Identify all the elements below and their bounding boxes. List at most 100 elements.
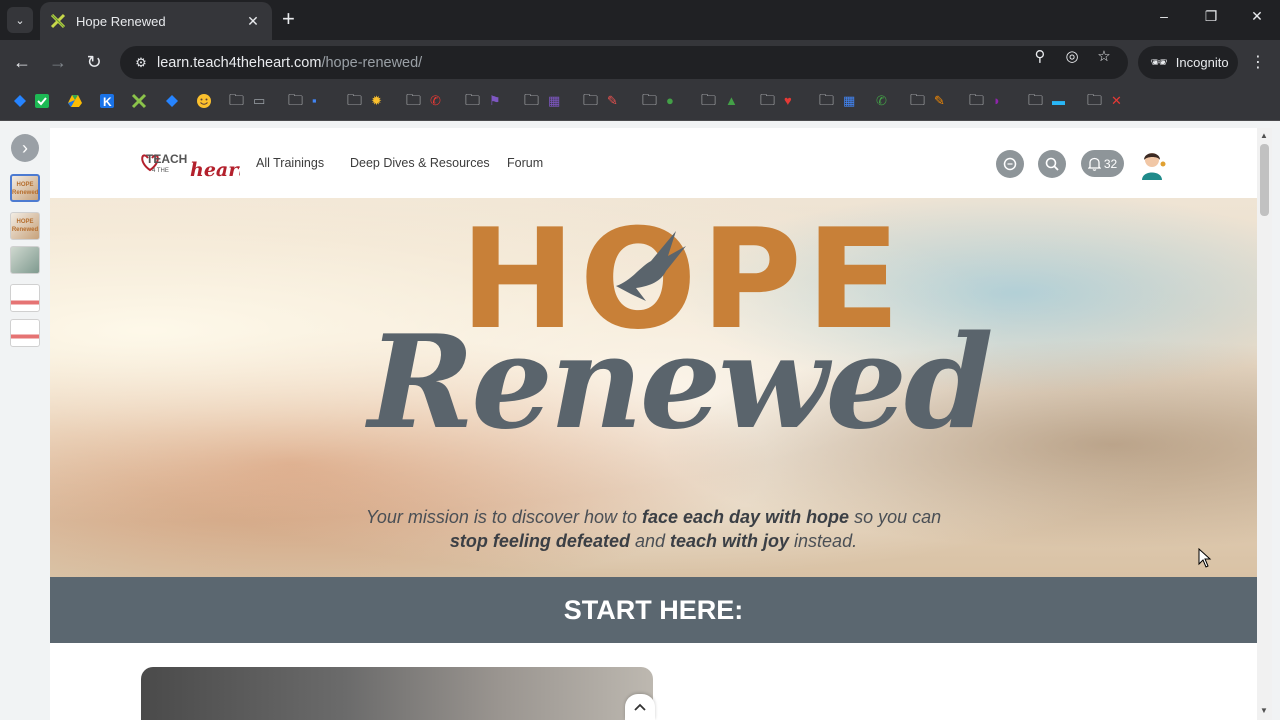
logo-text-heart: heart xyxy=(190,159,240,181)
browser-viewport: › HOPE Renewed HOPE Renewed TEACH 4 THE … xyxy=(0,121,1280,720)
calendar-icon[interactable]: ▦ xyxy=(843,93,855,109)
scroll-down-arrow-icon[interactable]: ▼ xyxy=(1260,706,1268,715)
nav-deep-dives[interactable]: Deep Dives & Resources xyxy=(350,156,490,170)
phone-icon[interactable]: ✆ xyxy=(430,93,441,109)
check-icon[interactable] xyxy=(34,93,50,109)
bell-icon xyxy=(1087,157,1101,171)
scroll-up-arrow-icon[interactable]: ▲ xyxy=(1260,131,1268,140)
mission-emphasis: face each day with hope xyxy=(642,507,850,527)
address-bar[interactable]: ⚙ learn.teach4theheart.com/hope-renewed/ xyxy=(120,46,1128,79)
folder-icon[interactable]: 🗀 xyxy=(229,93,244,109)
browser-tab[interactable]: Hope Renewed ✕ xyxy=(40,2,272,40)
browser-toolbar: ← → ↻ ⚙ learn.teach4theheart.com/hope-re… xyxy=(0,40,1280,84)
eye-off-icon[interactable]: ◎ xyxy=(1062,47,1082,65)
tab-title: Hope Renewed xyxy=(76,13,166,29)
nav-all-trainings[interactable]: All Trainings xyxy=(256,156,324,170)
mountain-icon[interactable]: ▲ xyxy=(725,93,738,109)
smile-icon[interactable] xyxy=(196,93,212,109)
leaf-icon[interactable]: ● xyxy=(666,93,674,109)
thumbnail-2[interactable]: HOPE Renewed xyxy=(10,212,40,240)
folder-icon[interactable]: 🗀 xyxy=(760,93,775,109)
mouse-cursor-icon xyxy=(1198,548,1212,568)
back-arrow-icon[interactable]: ← xyxy=(10,51,34,73)
eagle-icon xyxy=(616,231,686,301)
video-thumbnail[interactable] xyxy=(141,667,653,720)
thumbnail-1[interactable]: HOPE Renewed xyxy=(10,174,40,202)
folder-icon[interactable]: 🗀 xyxy=(406,93,421,109)
mission-statement: Your mission is to discover how to face … xyxy=(250,505,1057,553)
logo-text-4the: 4 THE xyxy=(152,168,169,174)
thumbnail-3[interactable] xyxy=(10,246,40,274)
close-x-icon[interactable]: ✕ xyxy=(1111,93,1122,109)
k-app-icon[interactable]: K xyxy=(99,93,115,109)
hook-icon[interactable]: ◗ xyxy=(993,93,1001,109)
folder-icon[interactable]: 🗀 xyxy=(701,93,716,109)
new-tab-button[interactable]: + xyxy=(282,8,295,30)
laptop-icon[interactable]: ▬ xyxy=(1052,93,1065,109)
drive-icon[interactable] xyxy=(67,93,83,109)
folder-icon[interactable]: 🗀 xyxy=(347,93,362,109)
thumbnail-4[interactable] xyxy=(10,284,40,312)
chevron-up-icon xyxy=(634,703,646,711)
thumbnail-label: HOPE Renewed xyxy=(12,182,39,196)
forward-arrow-icon[interactable]: → xyxy=(46,51,70,73)
folder-icon[interactable]: 🗀 xyxy=(288,93,303,109)
messages-icon[interactable] xyxy=(996,150,1024,178)
folder-icon[interactable]: 🗀 xyxy=(910,93,925,109)
mission-emphasis: teach with joy xyxy=(670,531,790,551)
jira-icon[interactable] xyxy=(164,93,180,109)
minimize-button[interactable]: – xyxy=(1149,8,1179,24)
page-thumbnails-panel: › HOPE Renewed HOPE Renewed xyxy=(0,121,50,720)
note-icon[interactable]: ✎ xyxy=(607,93,618,109)
folder-icon[interactable]: 🗀 xyxy=(1028,93,1043,109)
restore-button[interactable]: ❐ xyxy=(1196,8,1226,25)
site-header: TEACH 4 THE heart All Trainings Deep Div… xyxy=(50,128,1257,198)
incognito-icon: 🕶 xyxy=(1150,54,1168,70)
folder-icon[interactable]: 🗀 xyxy=(524,93,539,109)
incognito-badge[interactable]: 🕶 Incognito xyxy=(1138,46,1238,79)
folder-icon[interactable]: 🗀 xyxy=(969,93,984,109)
svg-text:K: K xyxy=(103,95,112,109)
site-favicon-icon xyxy=(50,13,66,29)
tab-search-button[interactable]: ⌄ xyxy=(7,7,33,33)
mission-text: instead. xyxy=(789,531,858,551)
bookmark-star-icon[interactable]: ☆ xyxy=(1094,47,1114,65)
sun-icon[interactable]: ✹ xyxy=(371,93,382,109)
folder-icon[interactable]: 🗀 xyxy=(465,93,480,109)
thumbnail-5[interactable] xyxy=(10,319,40,347)
scrollbar-thumb[interactable] xyxy=(1260,144,1269,216)
tab-strip: ⌄ Hope Renewed ✕ + – ❐ ✕ xyxy=(0,0,1280,40)
folder-icon[interactable]: 🗀 xyxy=(1087,93,1102,109)
pin-icon[interactable]: ⚑ xyxy=(489,93,501,109)
jira-icon[interactable] xyxy=(12,93,28,109)
puzzle-icon[interactable]: ▪ xyxy=(312,93,317,109)
user-avatar[interactable] xyxy=(1138,148,1168,180)
grid-icon[interactable]: ▦ xyxy=(548,93,560,109)
folder-icon[interactable]: 🗀 xyxy=(642,93,657,109)
url-host: learn.teach4theheart.com xyxy=(157,54,322,71)
x-app-icon[interactable] xyxy=(131,93,147,109)
search-icon[interactable] xyxy=(1038,150,1066,178)
expand-panel-icon[interactable]: › xyxy=(11,134,39,162)
page-scrollbar[interactable]: ▲ ▼ xyxy=(1257,128,1272,720)
mission-text: Your mission is to discover how to xyxy=(365,507,642,527)
folder-icon[interactable]: 🗀 xyxy=(819,93,834,109)
close-window-button[interactable]: ✕ xyxy=(1242,8,1272,25)
folder-icon[interactable]: 🗀 xyxy=(583,93,598,109)
notifications-button[interactable]: 32 xyxy=(1081,150,1124,177)
brush-icon[interactable]: ✎ xyxy=(934,93,945,109)
call-icon[interactable]: ✆ xyxy=(876,93,887,109)
nav-forum[interactable]: Forum xyxy=(507,156,543,170)
browser-menu-icon[interactable]: ⋮ xyxy=(1248,52,1268,72)
window-icon[interactable]: ▭ xyxy=(253,93,265,109)
hero-title-renewed: Renewed xyxy=(368,308,993,458)
scroll-to-top-button[interactable] xyxy=(625,694,655,720)
bookmarks-bar: K 🗀 ▭ 🗀 ▪ 🗀 ✹ 🗀 ✆ 🗀 ⚑ 🗀 ▦ 🗀 ✎ 🗀 ● 🗀 ▲ 🗀 … xyxy=(0,84,1280,121)
close-tab-icon[interactable]: ✕ xyxy=(244,13,262,30)
hero-banner: HOPE Renewed Your mission is to discover… xyxy=(50,198,1257,577)
reload-icon[interactable]: ↻ xyxy=(82,51,106,73)
zoom-icon[interactable]: ⚲ xyxy=(1030,47,1050,65)
heart-icon[interactable]: ♥ xyxy=(784,93,792,109)
site-info-icon[interactable]: ⚙ xyxy=(126,55,156,71)
teach4theheart-logo[interactable]: TEACH 4 THE heart xyxy=(140,144,240,184)
